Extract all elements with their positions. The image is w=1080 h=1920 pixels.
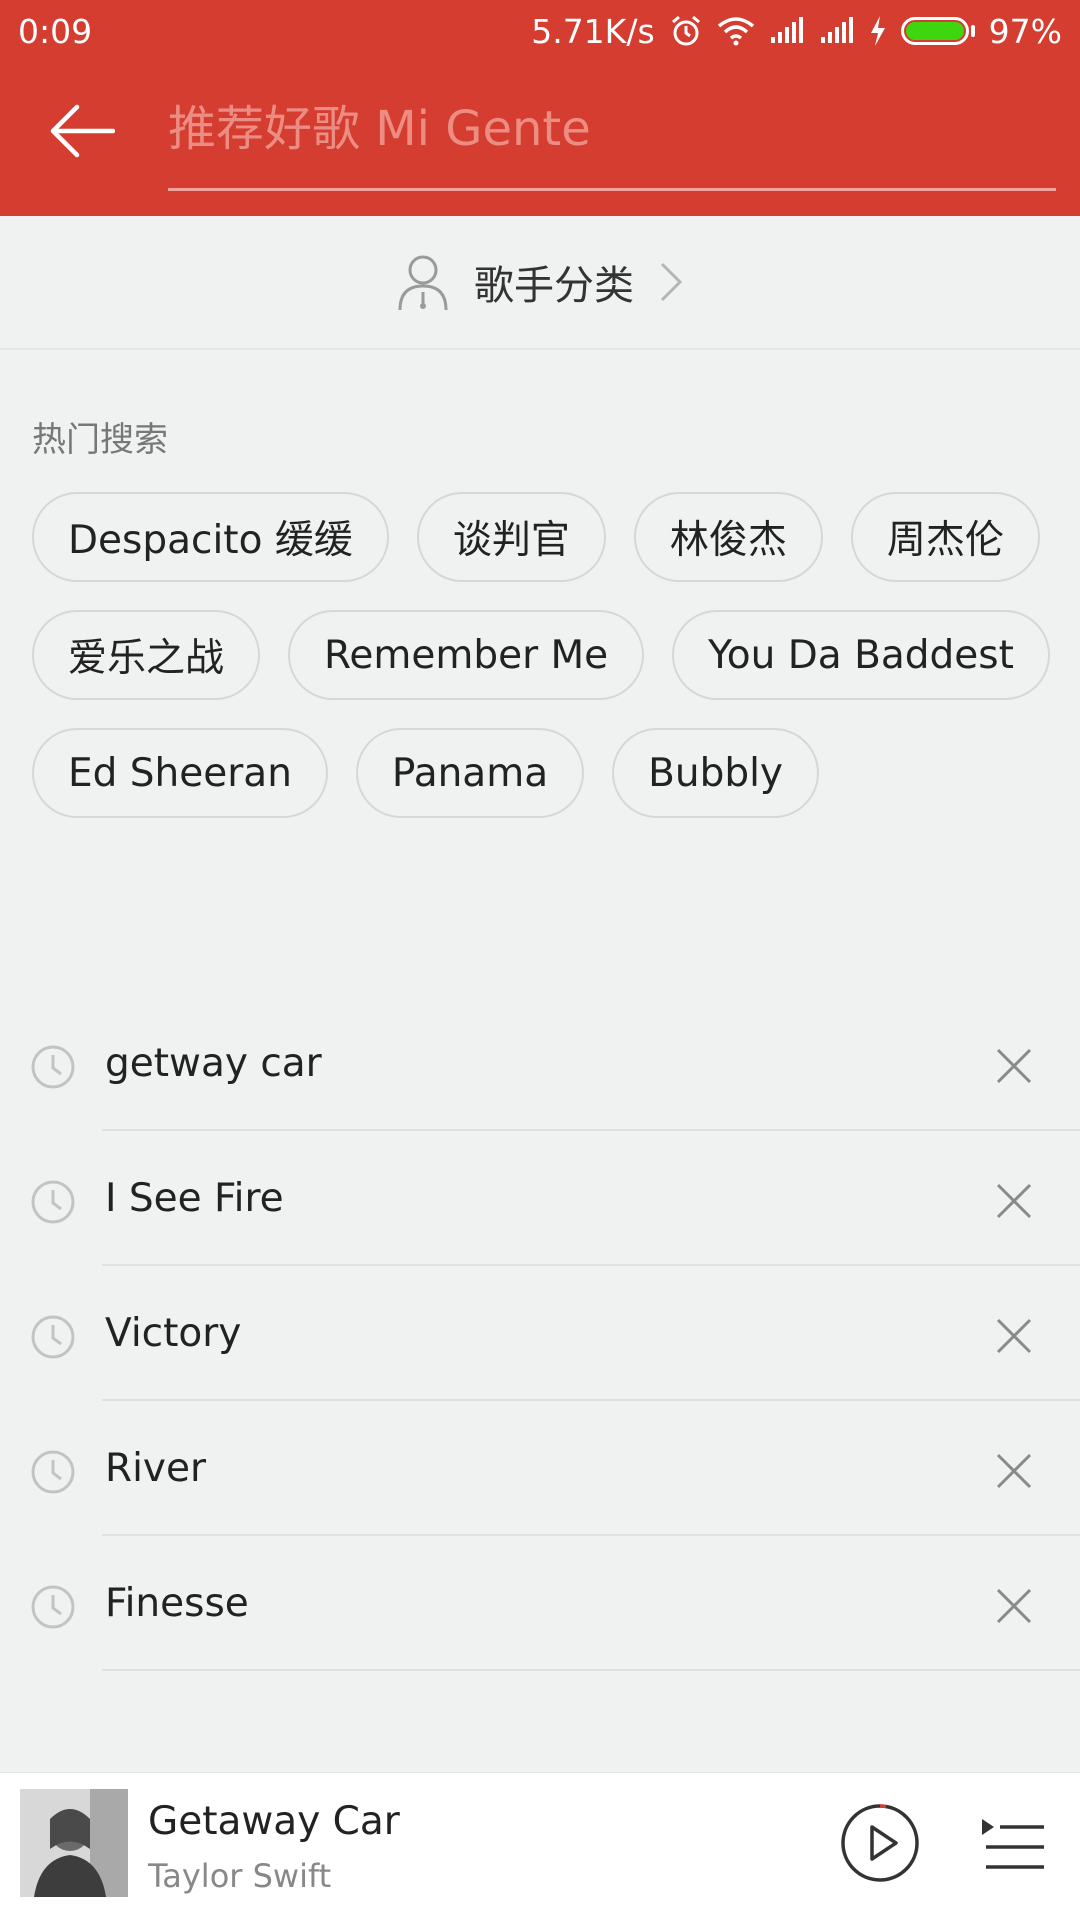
play-icon[interactable] [840,1803,920,1883]
status-icons: 5.71K/s 97% [531,12,1062,51]
history-item-label: Finesse [105,1581,249,1626]
alarm-icon [671,15,700,46]
history-item-label: Victory [105,1311,242,1356]
hot-search-title: 热门搜索 [32,420,168,460]
hot-search-tag[interactable]: You Da Baddest [672,610,1050,700]
history-item[interactable]: I See Fire [0,1131,1080,1266]
hot-search-tag[interactable]: 林俊杰 [633,492,823,582]
hot-search-tag[interactable]: Ed Sheeran [32,728,328,818]
hot-search-tag[interactable]: Remember Me [288,610,645,700]
signal-icon [770,17,803,43]
wifi-icon [717,17,754,46]
clock-icon [31,1585,75,1629]
signal-icon [820,17,853,43]
history-item[interactable]: Victory [0,1266,1080,1401]
hot-search-tag[interactable]: Panama [355,728,585,818]
singer-category-label: 歌手分类 [474,263,634,309]
close-icon[interactable] [992,1449,1036,1493]
song-artist: Taylor Swift [148,1857,332,1895]
hot-search-tags: Despacito 缓缓 谈判官 林俊杰 周杰伦 爱乐之战 Remember M… [32,492,1052,818]
clock-icon [31,1450,75,1494]
clock-icon [31,1045,75,1089]
song-title: Getaway Car [148,1799,400,1844]
album-cover-image [20,1789,128,1897]
battery-icon [900,17,975,45]
hot-search-tag[interactable]: Bubbly [612,728,819,818]
history-item-label: River [105,1446,207,1491]
battery-percent: 97% [988,11,1062,51]
history-item[interactable]: getway car [0,996,1080,1131]
charging-icon [870,16,885,46]
close-icon[interactable] [992,1044,1036,1088]
history-item-label: I See Fire [105,1176,284,1221]
status-time: 0:09 [18,11,93,51]
album-art[interactable] [20,1789,128,1897]
hot-search-tag[interactable]: Despacito 缓缓 [32,492,389,582]
mini-player[interactable]: Getaway Car Taylor Swift [0,1772,1080,1920]
search-header [0,62,1080,216]
history-item[interactable]: River [0,1401,1080,1536]
chevron-right-icon [660,262,683,302]
clock-icon [31,1180,75,1224]
hot-search-tag[interactable]: 谈判官 [416,492,606,582]
playlist-icon[interactable] [980,1815,1046,1875]
close-icon[interactable] [992,1584,1036,1628]
battery-level [905,22,964,40]
status-bar: 0:09 5.71K/s 97% [0,0,1080,62]
hot-search-tag[interactable]: 爱乐之战 [32,610,261,700]
hot-search-tag[interactable]: 周杰伦 [850,492,1040,582]
person-icon [398,255,448,311]
search-underline [168,188,1056,191]
back-button[interactable] [42,100,122,162]
back-arrow-icon [50,104,115,158]
net-speed: 5.71K/s [531,11,655,51]
close-icon[interactable] [992,1314,1036,1358]
clock-icon [31,1315,75,1359]
history-item-label: getway car [105,1041,322,1086]
singer-category-button[interactable]: 歌手分类 [0,216,1080,350]
close-icon[interactable] [992,1179,1036,1223]
search-input[interactable] [168,98,1056,160]
divider [102,1669,1080,1671]
search-history-list: getway car I See Fire Victory River Fine… [0,996,1080,1671]
history-item[interactable]: Finesse [0,1536,1080,1671]
